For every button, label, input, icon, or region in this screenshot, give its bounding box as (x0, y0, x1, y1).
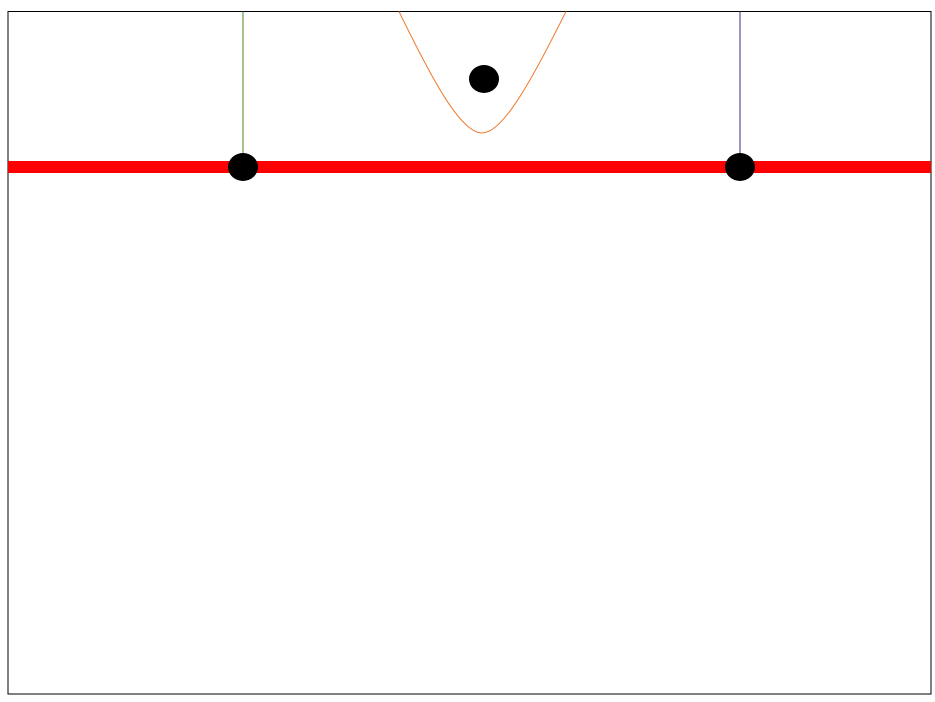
diagram-svg (7, 11, 932, 695)
horizontal-red-line (8, 161, 931, 173)
right-intersection-point (725, 153, 755, 181)
top-point (469, 65, 499, 93)
diagram-canvas (0, 0, 935, 702)
plot-frame (7, 11, 932, 695)
left-intersection-point (228, 153, 258, 181)
